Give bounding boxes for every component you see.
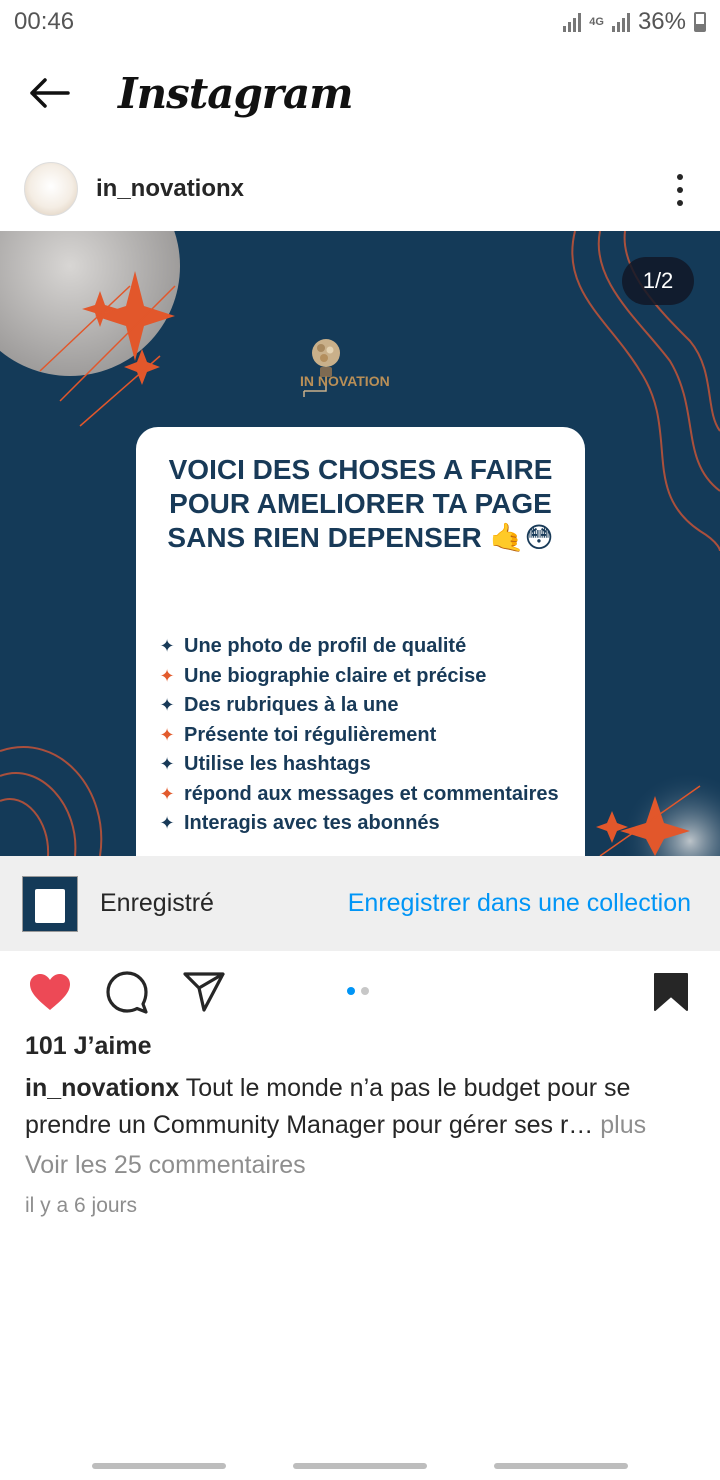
more-options-button[interactable] — [670, 170, 690, 210]
list-item: ✦ répond aux messages et commentaires — [150, 780, 580, 810]
avatar[interactable] — [24, 162, 78, 216]
star-icon: ✦ — [159, 783, 175, 804]
status-bar: 00:46 4G 36% — [0, 0, 720, 44]
like-button[interactable] — [26, 968, 74, 1016]
app-title: Instagram — [118, 68, 354, 118]
more-dot — [677, 174, 683, 180]
signal-icon — [563, 12, 582, 32]
nav-recents[interactable] — [92, 1463, 226, 1469]
star-icon: ✦ — [159, 636, 175, 656]
post-header: in_novationx — [0, 148, 720, 230]
nav-home[interactable] — [293, 1463, 427, 1469]
list-item: ✦ Une biographie claire et précise — [150, 662, 580, 692]
caption-more-link[interactable]: plus — [600, 1111, 646, 1139]
battery-icon — [694, 12, 706, 32]
status-time: 00:46 — [14, 8, 75, 35]
brand-text: IN NOVATION — [300, 373, 390, 389]
list-item-text: répond aux messages et commentaires — [184, 782, 559, 805]
saved-thumbnail — [22, 875, 78, 932]
list-item-text: Une biographie claire et précise — [184, 664, 487, 687]
list-item-text: Présente toi régulièrement — [184, 723, 437, 746]
post-actions — [0, 962, 720, 1022]
star-icon: ✦ — [159, 665, 175, 686]
emoji-icon: 🤙😳 — [489, 522, 554, 553]
network-type: 4G — [589, 16, 604, 28]
send-icon — [183, 972, 225, 1012]
back-button[interactable] — [0, 50, 98, 136]
list-item: ✦ Utilise les hashtags — [150, 750, 580, 780]
more-dot — [677, 200, 683, 206]
list-item-text: Interagis avec tes abonnés — [184, 812, 440, 834]
app-header: Instagram — [0, 50, 720, 136]
list-item-text: Utilise les hashtags — [184, 753, 371, 775]
bulb-logo-icon — [303, 339, 340, 397]
post-timestamp: il y a 6 jours — [25, 1194, 138, 1217]
carousel-dots — [347, 987, 369, 995]
saved-label: Enregistré — [100, 889, 214, 917]
comment-icon — [106, 971, 148, 1014]
carousel-counter: 1/2 — [622, 257, 694, 305]
bookmark-filled-icon — [654, 973, 688, 1011]
more-dot — [677, 187, 683, 193]
comment-button[interactable] — [103, 968, 151, 1016]
share-button[interactable] — [180, 968, 228, 1016]
list-item: ✦ Des rubriques à la une — [150, 691, 580, 721]
list-item: ✦ Une photo de profil de qualité — [150, 632, 580, 662]
saved-bar: Enregistré Enregistrer dans une collecti… — [0, 856, 720, 951]
post-image[interactable]: 1/2 IN NOVATION VOICI DES CHOSES A FAIRE… — [0, 231, 720, 856]
star-icon: ✦ — [159, 813, 175, 833]
carousel-dot-active — [347, 987, 355, 995]
battery-percent: 36% — [637, 8, 686, 35]
card-title: VOICI DES CHOSES A FAIRE POUR AMELIORER … — [136, 453, 585, 555]
arrow-left-icon — [30, 78, 70, 108]
nav-back[interactable] — [494, 1463, 628, 1469]
post-username[interactable]: in_novationx — [96, 175, 244, 203]
save-button[interactable] — [647, 968, 695, 1016]
list-item: ✦ Présente toi régulièrement — [150, 721, 580, 751]
heart-filled-icon — [30, 974, 70, 1010]
likes-count[interactable]: 101 J’aime — [25, 1032, 152, 1061]
status-indicators: 4G 36% — [563, 8, 706, 36]
list-item-text: Une photo de profil de qualité — [184, 635, 467, 657]
star-icon: ✦ — [159, 754, 175, 774]
carousel-dot — [361, 987, 369, 995]
signal-icon-2 — [611, 12, 630, 32]
view-comments-link[interactable]: Voir les 25 commentaires — [25, 1151, 306, 1180]
list-item-text: Des rubriques à la une — [184, 694, 399, 716]
caption-username[interactable]: in_novationx — [25, 1074, 179, 1102]
save-to-collection-button[interactable]: Enregistrer dans une collection — [348, 889, 691, 918]
post-caption: in_novationx Tout le monde n’a pas le bu… — [25, 1070, 697, 1144]
list-item: ✦ Interagis avec tes abonnés — [150, 809, 580, 839]
star-icon: ✦ — [159, 724, 175, 745]
star-icon: ✦ — [159, 695, 175, 715]
tips-list: ✦ Une photo de profil de qualité ✦ Une bio… — [150, 632, 580, 839]
